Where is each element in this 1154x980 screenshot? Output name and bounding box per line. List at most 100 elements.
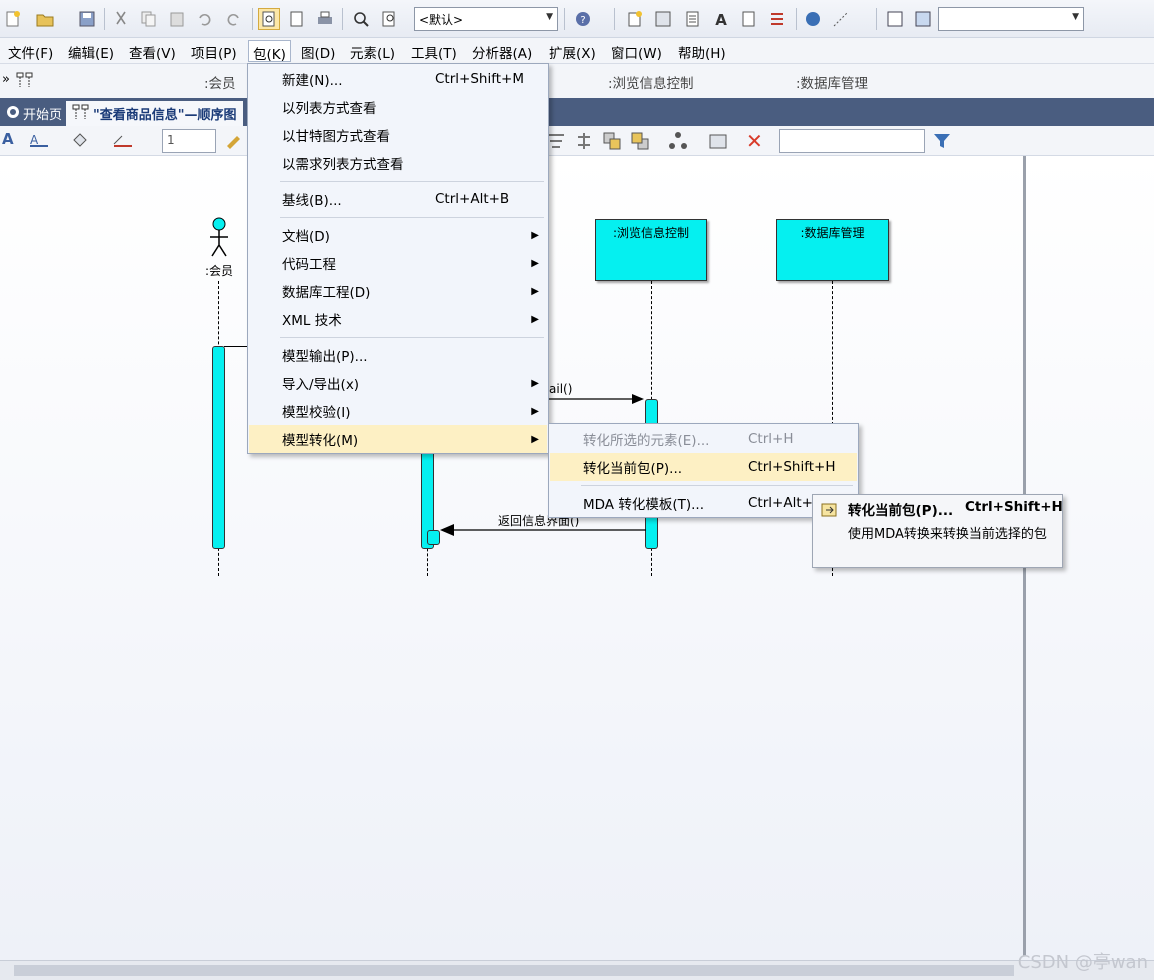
menu-item-new-package[interactable]: 新建(N)... Ctrl+Shift+M — [249, 65, 547, 93]
lifeline-header-browse[interactable]: :浏览信息控制 — [608, 72, 694, 92]
delete-icon[interactable]: ✕ — [746, 129, 763, 153]
menu-window[interactable]: 窗口(W) — [607, 40, 666, 62]
document-icon[interactable] — [682, 8, 704, 30]
list-icon[interactable] — [766, 8, 788, 30]
menu-item-shortcut: Ctrl+Shift+H — [748, 459, 836, 475]
lifeline-database-manager[interactable]: :数据库管理 — [776, 219, 889, 281]
menu-item-label: 模型输出(P)... — [282, 349, 368, 365]
new-file-icon[interactable] — [2, 8, 24, 30]
menu-item-mda-templates[interactable]: MDA 转化模板(T)... Ctrl+Alt+H — [550, 489, 857, 517]
message-line-stub — [224, 346, 247, 347]
menu-tools[interactable]: 工具(T) — [407, 40, 461, 62]
fill-color-icon[interactable] — [70, 132, 100, 152]
tab-start-page[interactable]: 开始页 — [0, 101, 68, 126]
menu-item-xml-technology[interactable]: XML 技术 ▶ — [249, 305, 547, 333]
undo-icon[interactable] — [194, 8, 216, 30]
menu-package[interactable]: 包(K) — [248, 40, 291, 63]
page-icon[interactable] — [286, 8, 308, 30]
menu-item-database-engineering[interactable]: 数据库工程(D) ▶ — [249, 277, 547, 305]
submenu-arrow-icon: ▶ — [531, 313, 539, 325]
svg-text:A: A — [715, 11, 727, 28]
menu-view[interactable]: 查看(V) — [125, 40, 180, 62]
tab-sequence-diagram[interactable]: "查看商品信息"—顺序图 — [66, 101, 243, 126]
search-select[interactable]: ▼ — [938, 7, 1084, 31]
cut-icon[interactable] — [110, 8, 132, 30]
actor-activation-bar[interactable] — [212, 346, 225, 549]
menu-diagram[interactable]: 图(D) — [297, 40, 339, 62]
return-message-arrow — [440, 524, 646, 536]
bring-front-icon[interactable] — [602, 131, 622, 155]
start-page-icon — [6, 105, 20, 123]
window-icon[interactable] — [884, 8, 906, 30]
menu-item-gantt-view[interactable]: 以甘特图方式查看 — [249, 121, 547, 149]
menu-file[interactable]: 文件(F) — [4, 40, 57, 62]
menu-help[interactable]: 帮助(H) — [674, 40, 730, 62]
menu-analyzer[interactable]: 分析器(A) — [468, 40, 536, 62]
menu-edit[interactable]: 编辑(E) — [64, 40, 118, 62]
image-icon[interactable] — [912, 8, 934, 30]
code-icon[interactable] — [738, 8, 760, 30]
align-icon[interactable] — [546, 131, 566, 155]
watermark: CSDN @亭wan — [1017, 952, 1148, 973]
submenu-arrow-icon: ▶ — [531, 433, 539, 445]
filter-icon[interactable] — [932, 131, 952, 155]
style-select[interactable]: <默认> ▼ — [414, 7, 558, 31]
menu-item-transform-selected[interactable]: 转化所选的元素(E)... Ctrl+H — [550, 425, 857, 453]
menu-item-documentation[interactable]: 文档(D) ▶ — [249, 221, 547, 249]
menu-item-requirement-view[interactable]: 以需求列表方式查看 — [249, 149, 547, 177]
actor-stick-figure-icon[interactable] — [207, 217, 231, 261]
menu-item-shortcut: Ctrl+Shift+M — [435, 71, 524, 87]
paste-icon[interactable] — [166, 8, 188, 30]
open-folder-icon[interactable] — [34, 8, 56, 30]
page-setup-icon[interactable] — [258, 8, 280, 30]
menu-item-model-transform[interactable]: 模型转化(M) ▶ — [249, 425, 547, 453]
menu-element[interactable]: 元素(L) — [346, 40, 399, 62]
expand-chevron-icon[interactable]: » — [2, 72, 10, 87]
line-width-stepper[interactable]: 1 — [162, 129, 216, 153]
lifeline-browse-control[interactable]: :浏览信息控制 — [595, 219, 707, 281]
new-element-icon[interactable] — [624, 8, 646, 30]
lifeline-header-db[interactable]: :数据库管理 — [796, 72, 868, 92]
menu-separator — [581, 485, 853, 486]
menu-item-code-engineering[interactable]: 代码工程 ▶ — [249, 249, 547, 277]
menu-separator — [280, 217, 544, 218]
redo-icon[interactable] — [222, 8, 244, 30]
scrollbar-thumb[interactable] — [14, 965, 1014, 976]
print-icon[interactable] — [314, 8, 336, 30]
menu-item-model-validation[interactable]: 模型校验(I) ▶ — [249, 397, 547, 425]
menu-item-label: 模型转化(M) — [282, 433, 359, 449]
submenu-arrow-icon: ▶ — [531, 405, 539, 417]
message-arrow — [548, 394, 644, 404]
help-icon[interactable]: ? — [572, 8, 594, 30]
find-icon[interactable] — [350, 8, 372, 30]
menu-item-baseline[interactable]: 基线(B)... Ctrl+Alt+B — [249, 185, 547, 213]
menu-item-label: MDA 转化模板(T)... — [583, 497, 704, 513]
menu-item-import-export[interactable]: 导入/导出(x) ▶ — [249, 369, 547, 397]
copy-icon[interactable] — [138, 8, 160, 30]
layout-icon[interactable] — [668, 131, 688, 155]
menu-item-model-output[interactable]: 模型输出(P)... — [249, 341, 547, 369]
send-back-icon[interactable] — [630, 131, 650, 155]
font-icon[interactable]: A — [2, 130, 14, 148]
save-icon[interactable] — [76, 8, 98, 30]
line-color-icon[interactable] — [112, 132, 142, 152]
diagram-properties-icon[interactable] — [708, 131, 728, 155]
menu-separator — [280, 181, 544, 182]
horizontal-scrollbar[interactable] — [0, 960, 1154, 980]
chevron-down-icon: ▼ — [546, 12, 553, 22]
menu-project[interactable]: 项目(P) — [187, 40, 241, 62]
distribute-icon[interactable] — [574, 131, 594, 155]
svg-text:A: A — [30, 133, 39, 147]
lifeline-header-member[interactable]: :会员 — [204, 72, 236, 92]
properties-icon[interactable] — [652, 8, 674, 30]
font-icon[interactable]: A — [710, 8, 732, 30]
connector-icon[interactable] — [830, 8, 852, 30]
menu-item-transform-current-package[interactable]: 转化当前包(P)... Ctrl+Shift+H — [550, 453, 857, 481]
find-in-diagram-icon[interactable] — [378, 8, 400, 30]
menu-item-list-view[interactable]: 以列表方式查看 — [249, 93, 547, 121]
format-painter-icon[interactable] — [224, 130, 244, 154]
text-color-icon[interactable]: A — [28, 132, 58, 152]
globe-icon[interactable] — [802, 8, 824, 30]
diagram-filter-input[interactable] — [779, 129, 925, 153]
menu-extensions[interactable]: 扩展(X) — [545, 40, 600, 62]
